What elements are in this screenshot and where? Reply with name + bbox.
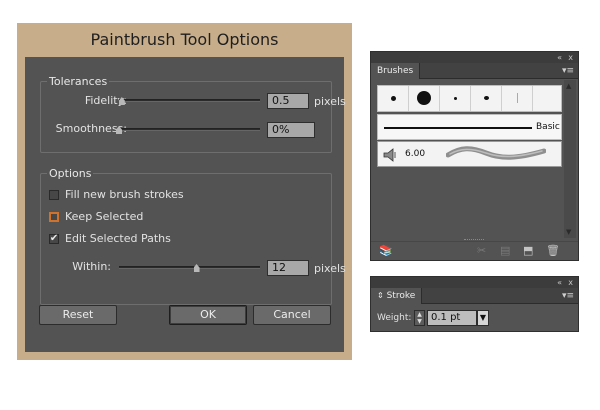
smoothness-label: Smoothness: bbox=[55, 122, 127, 135]
within-input[interactable]: 12 bbox=[267, 260, 309, 276]
tab-arrows-icon: ⇕ bbox=[377, 291, 384, 300]
tab-stroke[interactable]: ⇕ Stroke bbox=[371, 288, 423, 304]
within-slider-track[interactable] bbox=[119, 266, 260, 269]
edit-selected-paths-option[interactable]: ✔ Edit Selected Paths bbox=[49, 232, 171, 245]
brushes-tabbar: Brushes ▾≡ bbox=[371, 63, 578, 79]
stroke-panel: « x ⇕ Stroke ▾≡ Weight: ▲ ▼ 0.1 pt ▼ bbox=[370, 276, 579, 332]
keep-selected-checkbox[interactable] bbox=[49, 211, 59, 222]
brush-art-row[interactable]: 6.00 bbox=[377, 141, 562, 167]
brush-dot-icon bbox=[391, 96, 396, 101]
brushes-panel-topbar: « x bbox=[371, 52, 578, 63]
weight-label: Weight: bbox=[377, 313, 412, 323]
tab-stroke-label: Stroke bbox=[386, 291, 416, 301]
stroke-tabbar: ⇕ Stroke ▾≡ bbox=[371, 288, 578, 304]
fidelity-slider-track[interactable] bbox=[119, 99, 260, 102]
brush-swatch[interactable] bbox=[502, 86, 533, 111]
brushes-bottombar: 📚 ✂ ▤ ⬒ 🗑 bbox=[371, 241, 578, 260]
tolerances-legend: Tolerances bbox=[47, 75, 110, 88]
brush-dot-icon bbox=[454, 97, 457, 100]
edit-selected-paths-checkbox[interactable]: ✔ bbox=[49, 232, 59, 244]
art-brush-size: 6.00 bbox=[405, 149, 426, 159]
new-brush-icon[interactable]: ⬒ bbox=[523, 245, 533, 257]
reset-button[interactable]: Reset bbox=[39, 305, 117, 325]
cancel-button[interactable]: Cancel bbox=[253, 305, 331, 325]
close-icon[interactable]: x bbox=[568, 52, 573, 63]
edit-selected-paths-label: Edit Selected Paths bbox=[65, 232, 171, 245]
basic-brush-label: Basic bbox=[536, 122, 560, 132]
smoothness-input[interactable]: 0% bbox=[267, 122, 315, 138]
collapse-icon[interactable]: « bbox=[557, 277, 562, 288]
tab-brushes[interactable]: Brushes bbox=[371, 63, 421, 79]
brushes-panel: « x Brushes ▾≡ Basic 6.00 ▲ ▼ 📚 ✂ ▤ ⬒ 🗑 bbox=[370, 51, 579, 261]
brush-swatch[interactable] bbox=[471, 86, 502, 111]
brush-dot-icon bbox=[517, 93, 518, 103]
fill-new-brush-strokes-label: Fill new brush strokes bbox=[65, 188, 184, 201]
delete-brush-icon[interactable]: 🗑 bbox=[546, 245, 560, 257]
smoothness-slider-track[interactable] bbox=[119, 128, 260, 131]
brush-swatch[interactable] bbox=[409, 86, 440, 111]
close-icon[interactable]: x bbox=[568, 277, 573, 288]
options-group: Options Fill new brush strokes Keep Sele… bbox=[40, 167, 346, 305]
fidelity-unit: pixels bbox=[314, 95, 346, 108]
within-label: Within: bbox=[72, 260, 111, 273]
check-icon: ✔ bbox=[49, 232, 59, 244]
remove-brush-stroke-icon[interactable]: ✂ bbox=[477, 245, 486, 257]
scroll-up-icon[interactable]: ▲ bbox=[566, 82, 571, 90]
basic-brush-stroke-icon bbox=[384, 127, 532, 129]
fill-new-brush-strokes-checkbox[interactable] bbox=[49, 189, 59, 200]
fill-new-brush-strokes-option[interactable]: Fill new brush strokes bbox=[49, 188, 184, 201]
fidelity-input[interactable]: 0.5 bbox=[267, 93, 309, 109]
brush-swatch-row bbox=[377, 85, 562, 112]
tolerances-group: Tolerances Fidelity: 0.5 pixels Smoothne… bbox=[40, 75, 346, 153]
dialog-title: Paintbrush Tool Options bbox=[90, 30, 279, 49]
stepper-up-icon[interactable]: ▲ bbox=[417, 311, 422, 318]
brush-options-icon[interactable]: ▤ bbox=[500, 245, 510, 257]
calligraphic-brush-icon bbox=[383, 148, 396, 162]
weight-input[interactable]: 0.1 pt bbox=[427, 310, 477, 326]
collapse-icon[interactable]: « bbox=[557, 52, 562, 63]
paintbrush-options-dialog: Paintbrush Tool Options Tolerances Fidel… bbox=[17, 23, 352, 360]
stroke-panel-topbar: « x bbox=[371, 277, 578, 288]
dialog-body: Tolerances Fidelity: 0.5 pixels Smoothne… bbox=[25, 57, 346, 352]
weight-stepper[interactable]: ▲ ▼ bbox=[414, 310, 425, 326]
brush-swatch[interactable] bbox=[440, 86, 471, 111]
fidelity-label: Fidelity: bbox=[84, 94, 127, 107]
scroll-down-icon[interactable]: ▼ bbox=[566, 228, 571, 236]
within-unit: pixels bbox=[314, 262, 346, 275]
ok-button[interactable]: OK bbox=[169, 305, 247, 325]
stepper-down-icon[interactable]: ▼ bbox=[417, 318, 422, 325]
brush-swatch[interactable] bbox=[378, 86, 409, 111]
keep-selected-label: Keep Selected bbox=[65, 210, 144, 223]
options-legend: Options bbox=[47, 167, 94, 180]
brush-dot-icon bbox=[417, 91, 431, 105]
brush-libraries-icon[interactable]: 📚 bbox=[379, 245, 393, 257]
brushes-scrollbar[interactable]: ▲ ▼ bbox=[564, 80, 576, 238]
keep-selected-option[interactable]: Keep Selected bbox=[49, 210, 143, 223]
brush-basic-row[interactable]: Basic bbox=[377, 114, 562, 140]
art-brush-stroke-icon bbox=[446, 146, 546, 160]
brush-dot-icon bbox=[484, 96, 489, 100]
panel-menu-icon[interactable]: ▾≡ bbox=[562, 65, 574, 77]
weight-dropdown-icon[interactable]: ▼ bbox=[477, 310, 489, 326]
panel-menu-icon[interactable]: ▾≡ bbox=[562, 290, 574, 302]
